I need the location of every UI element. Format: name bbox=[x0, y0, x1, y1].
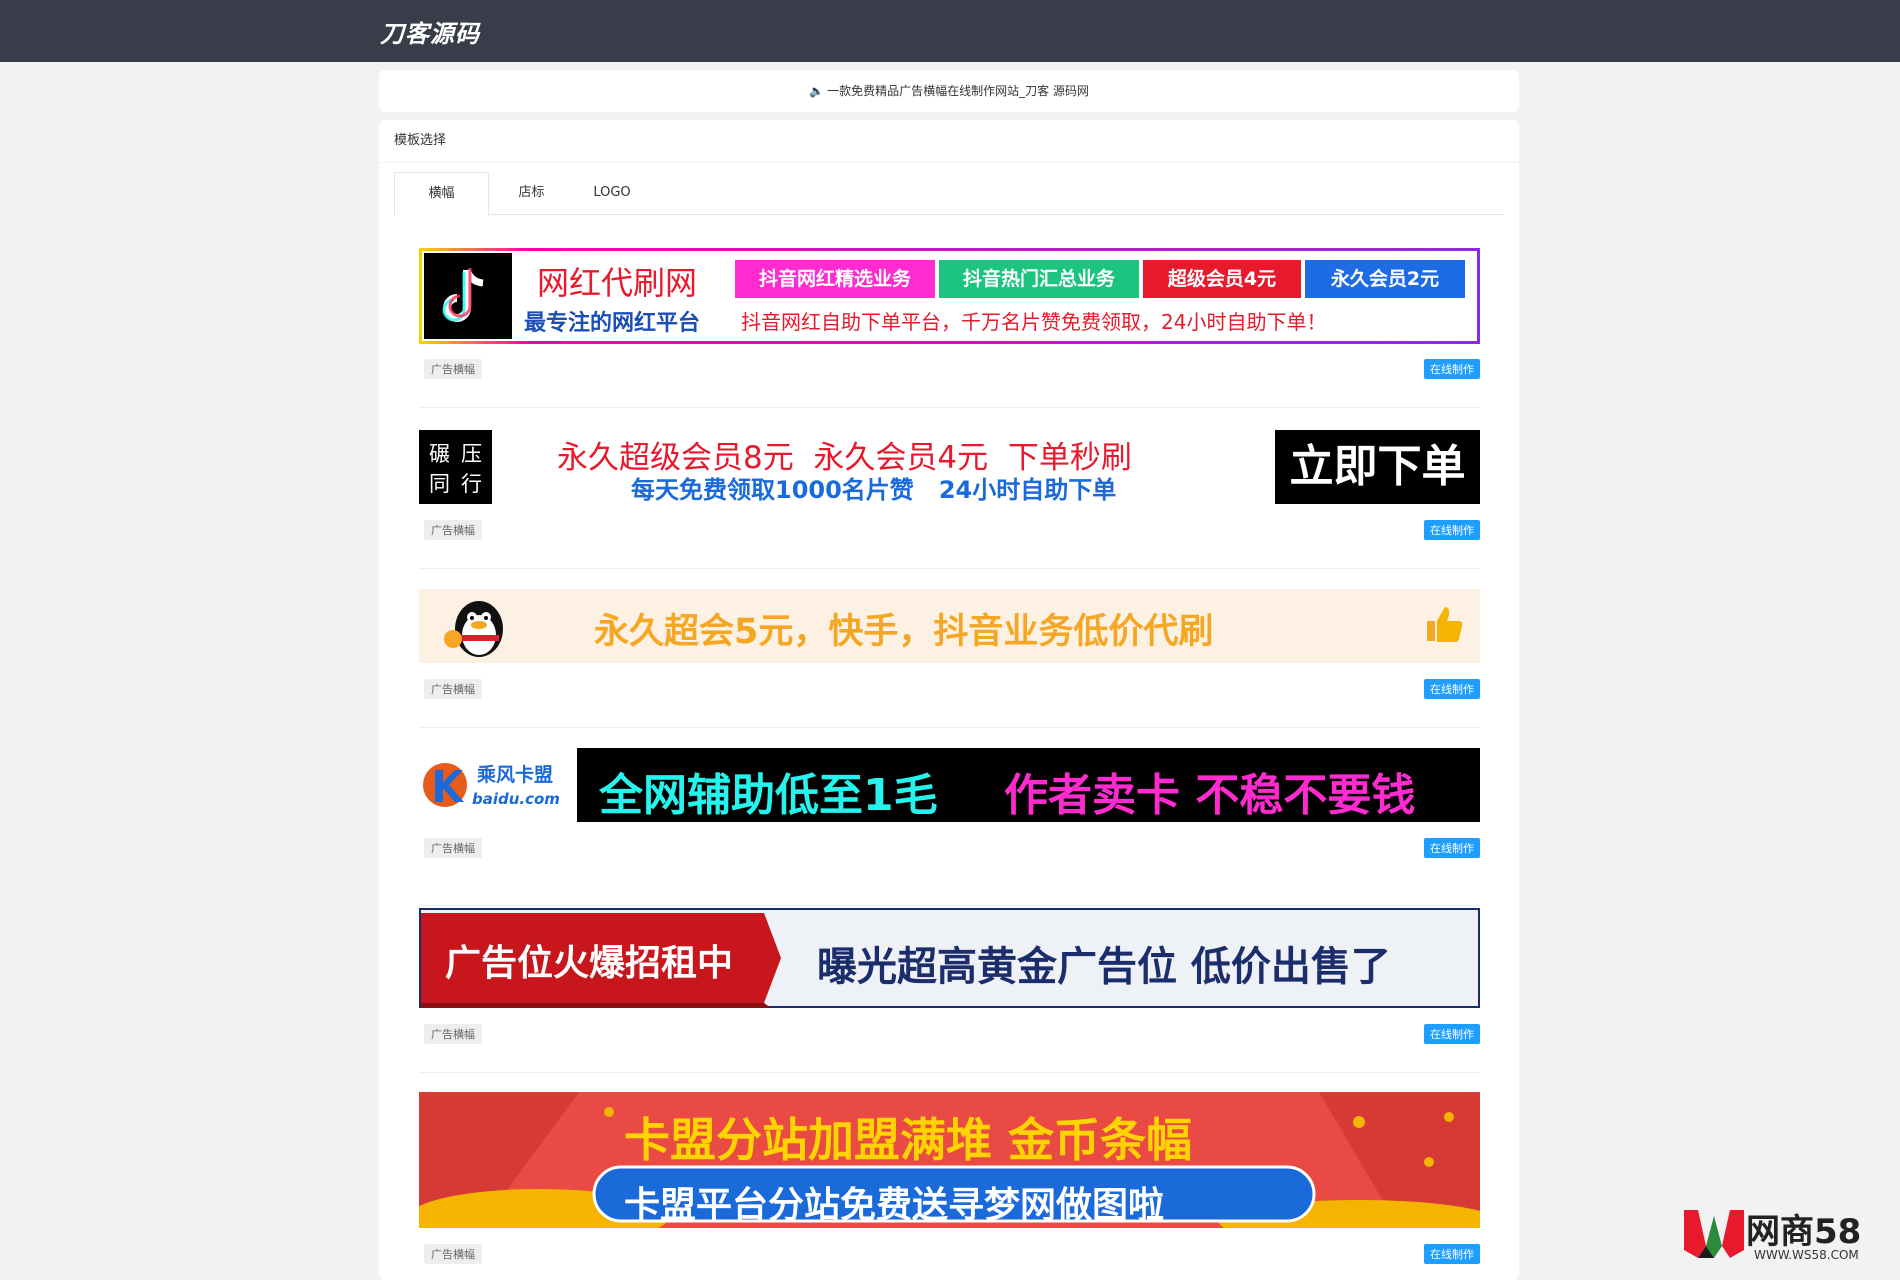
make-online-button[interactable]: 在线制作 bbox=[1424, 520, 1480, 540]
tab-shop-logo[interactable]: 店标 bbox=[494, 172, 569, 214]
ad-banner-tag: 广告横幅 bbox=[424, 520, 482, 540]
divider bbox=[419, 568, 1480, 569]
site-logo[interactable]: 刀客源码 bbox=[380, 14, 480, 49]
ad-banner-tag: 广告横幅 bbox=[424, 359, 482, 379]
banner1-title: 网红代刷网 bbox=[537, 264, 698, 302]
tab-banner[interactable]: 横幅 bbox=[394, 172, 489, 216]
banner6-line1: 卡盟分站加盟满堆 金币条幅 bbox=[624, 1113, 1193, 1167]
banner1-badge: 永久会员2元 bbox=[1305, 260, 1465, 298]
make-online-button[interactable]: 在线制作 bbox=[1424, 1024, 1480, 1044]
banner1-badge: 抖音热门汇总业务 bbox=[939, 260, 1139, 298]
ws58-logo-icon bbox=[1684, 1210, 1744, 1258]
notice-bar: 🔈 一款免费精品广告横幅在线制作网站_刀客 源码网 bbox=[379, 70, 1519, 112]
divider bbox=[419, 905, 1480, 906]
cf-logo-icon bbox=[423, 763, 467, 807]
template-tabs: 横幅 店标 LOGO bbox=[394, 172, 1504, 216]
banner5-right-text: 曝光超高黄金广告位 低价出售了 bbox=[817, 944, 1391, 990]
ws58-url: WWW.WS58.COM bbox=[1754, 1248, 1859, 1262]
panel-title: 模板选择 bbox=[379, 120, 1519, 163]
speaker-icon: 🔈 bbox=[809, 84, 825, 98]
make-online-button[interactable]: 在线制作 bbox=[1424, 359, 1480, 379]
banner4-brand: 乘风卡盟 bbox=[477, 764, 554, 786]
order-now-banner-button: 立即下单 bbox=[1275, 430, 1480, 504]
tab-logo[interactable]: LOGO bbox=[572, 172, 652, 214]
ws58-name: 网商58 bbox=[1746, 1212, 1862, 1252]
thumbs-up-icon bbox=[1427, 607, 1463, 642]
banner-preview[interactable]: 碾 压 同 行 永久超级会员8元 永久会员4元 下单秒刷 每天免费领取1000名… bbox=[419, 430, 1480, 504]
make-online-button[interactable]: 在线制作 bbox=[1424, 838, 1480, 858]
penguin-icon bbox=[444, 601, 503, 657]
ad-banner-tag: 广告横幅 bbox=[424, 1024, 482, 1044]
banner4-text1: 全网辅助低至1毛 bbox=[599, 770, 938, 821]
banner4-domain: baidu.com bbox=[472, 790, 560, 808]
ws58-watermark: 网商58 WWW.WS58.COM bbox=[1682, 1198, 1892, 1268]
ad-banner-tag: 广告横幅 bbox=[424, 1244, 482, 1264]
banner2-line2: 每天免费领取1000名片赞 24小时自助下单 bbox=[631, 476, 1117, 504]
divider bbox=[419, 727, 1480, 728]
banner-preview[interactable]: 网红代刷网 最专注的网红平台 抖音网红自助下单平台，千万名片赞免费领取，24小时… bbox=[419, 248, 1480, 344]
banner6-line2: 卡盟平台分站免费送寻梦网做图啦 bbox=[624, 1185, 1165, 1226]
banner3-text: 永久超会5元，快手，抖音业务低价代刷 bbox=[594, 612, 1214, 652]
template-panel: 模板选择 横幅 店标 LOGO 网红代刷网 最专注的网红平台 抖音网红自助下单平… bbox=[379, 120, 1519, 1280]
banner5-left-text: 广告位火爆招租中 bbox=[445, 943, 734, 984]
divider bbox=[419, 1072, 1480, 1073]
banner1-badge: 抖音网红精选业务 bbox=[735, 260, 935, 298]
ad-banner-tag: 广告横幅 bbox=[424, 838, 482, 858]
banner-preview[interactable]: 乘风卡盟 baidu.com 全网辅助低至1毛 作者卖卡 不稳不要钱 bbox=[419, 748, 1480, 822]
make-online-button[interactable]: 在线制作 bbox=[1424, 1244, 1480, 1264]
banner1-badge: 超级会员4元 bbox=[1143, 260, 1301, 298]
notice-text: 一款免费精品广告横幅在线制作网站_刀客 源码网 bbox=[827, 84, 1089, 98]
banner-preview[interactable]: 卡盟分站加盟满堆 金币条幅 卡盟平台分站免费送寻梦网做图啦 bbox=[419, 1092, 1480, 1228]
banner2-box: 碾 压 同 行 bbox=[419, 430, 492, 504]
banner-preview[interactable]: 永久超会5元，快手，抖音业务低价代刷 bbox=[419, 589, 1480, 663]
top-navbar: 刀客源码 bbox=[0, 0, 1900, 62]
make-online-button[interactable]: 在线制作 bbox=[1424, 679, 1480, 699]
banner4-text2: 作者卖卡 不稳不要钱 bbox=[1004, 770, 1416, 821]
ad-banner-tag: 广告横幅 bbox=[424, 679, 482, 699]
divider bbox=[419, 407, 1480, 408]
banner1-slogan: 最专注的网红平台 bbox=[524, 311, 701, 336]
banner1-desc: 抖音网红自助下单平台，千万名片赞免费领取，24小时自助下单！ bbox=[741, 310, 1327, 334]
banner-preview[interactable]: 广告位火爆招租中 曝光超高黄金广告位 低价出售了 bbox=[419, 908, 1480, 1008]
